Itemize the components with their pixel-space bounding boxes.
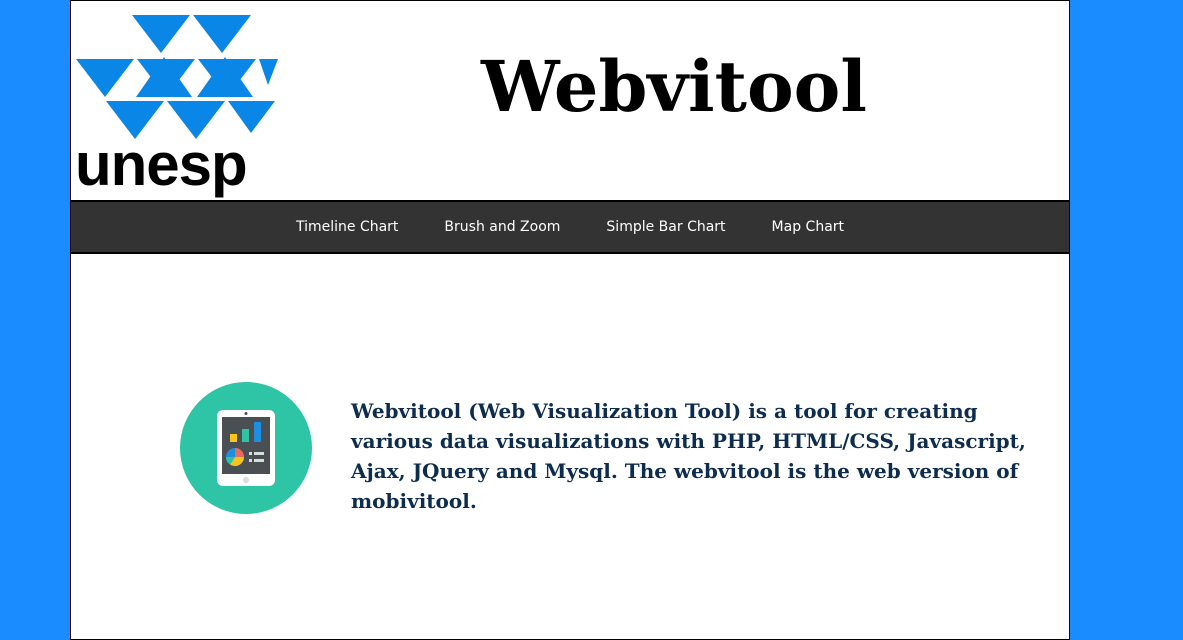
page-container: unesp Webvitool Timeline Chart Brush and… <box>70 0 1070 640</box>
nav-item-timeline-chart[interactable]: Timeline Chart <box>273 219 421 235</box>
logo-text: unesp <box>75 131 248 198</box>
navbar: Timeline Chart Brush and Zoom Simple Bar… <box>71 202 1069 254</box>
tablet-chart-icon <box>180 382 312 514</box>
site-title: Webvitool <box>481 45 867 128</box>
nav-item-map-chart[interactable]: Map Chart <box>749 219 867 235</box>
nav-item-brush-and-zoom[interactable]: Brush and Zoom <box>421 219 583 235</box>
intro-text: Webvitool (Web Visualization Tool) is a … <box>351 399 1026 513</box>
main-content: Webvitool (Web Visualization Tool) is a … <box>71 254 1069 634</box>
header: unesp Webvitool <box>71 1 1069 202</box>
nav-item-simple-bar-chart[interactable]: Simple Bar Chart <box>583 219 748 235</box>
